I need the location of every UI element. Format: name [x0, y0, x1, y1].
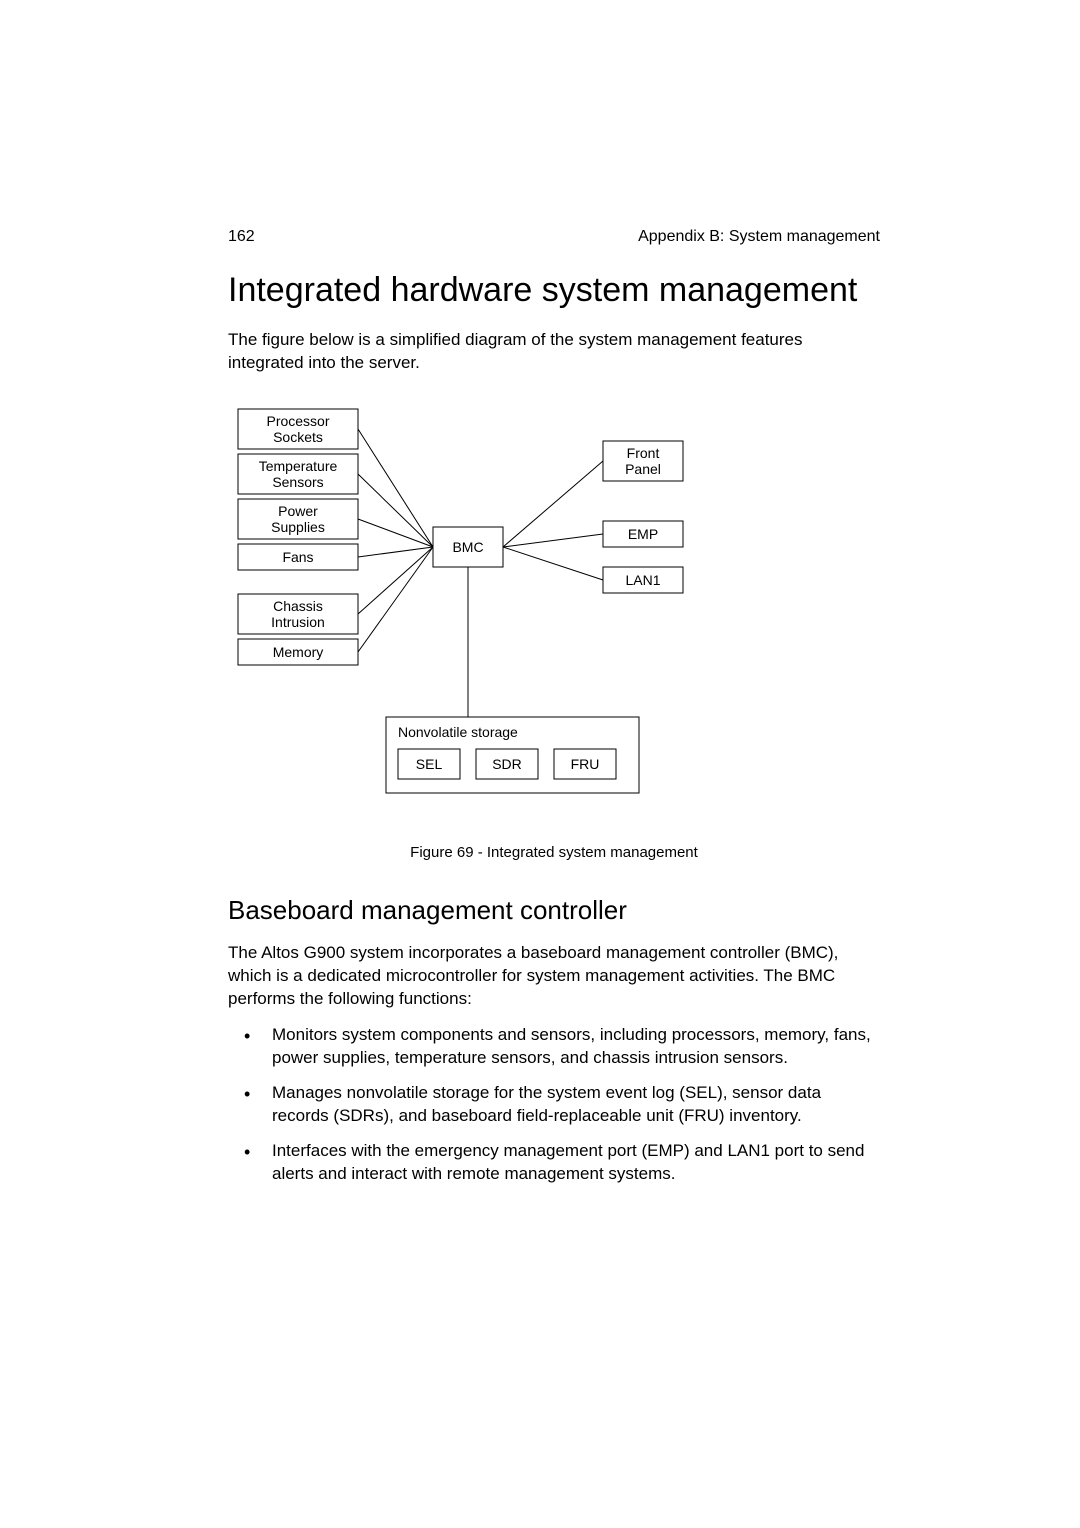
box-front-2: Panel	[625, 461, 661, 477]
list-item: Monitors system components and sensors, …	[258, 1024, 880, 1070]
intro-paragraph: The figure below is a simplified diagram…	[228, 329, 880, 375]
box-power-1: Power	[278, 503, 318, 519]
box-fru: FRU	[571, 756, 600, 772]
box-emp: EMP	[628, 526, 658, 542]
box-processor-2: Sockets	[273, 429, 323, 445]
box-chassis-2: Intrusion	[271, 614, 325, 630]
figure-caption: Figure 69 - Integrated system management	[228, 844, 880, 861]
header-line: 162 Appendix B: System management	[228, 228, 880, 246]
list-item: Interfaces with the emergency management…	[258, 1140, 880, 1186]
diagram-left-boxes: Processor Sockets Temperature Sensors Po…	[238, 409, 358, 665]
page-title: Integrated hardware system management	[228, 270, 880, 311]
box-front-1: Front	[627, 445, 660, 461]
diagram: Processor Sockets Temperature Sensors Po…	[228, 399, 708, 814]
box-power-2: Supplies	[271, 519, 325, 535]
storage-label: Nonvolatile storage	[398, 724, 518, 740]
page: 162 Appendix B: System management Integr…	[0, 0, 1080, 1398]
box-processor-1: Processor	[266, 413, 329, 429]
header-section: Appendix B: System management	[638, 228, 880, 246]
list-item: Manages nonvolatile storage for the syst…	[258, 1082, 880, 1128]
box-temp-1: Temperature	[259, 458, 338, 474]
box-sdr: SDR	[492, 756, 522, 772]
box-lan1: LAN1	[625, 572, 660, 588]
box-temp-2: Sensors	[272, 474, 323, 490]
subheading: Baseboard management controller	[228, 895, 880, 926]
box-chassis-1: Chassis	[273, 598, 323, 614]
page-number: 162	[228, 228, 255, 246]
box-sel: SEL	[416, 756, 443, 772]
box-fans: Fans	[282, 549, 313, 565]
box-bmc: BMC	[452, 539, 483, 555]
body-paragraph: The Altos G900 system incorporates a bas…	[228, 942, 880, 1011]
box-memory: Memory	[273, 644, 324, 660]
bullet-list: Monitors system components and sensors, …	[228, 1024, 880, 1186]
